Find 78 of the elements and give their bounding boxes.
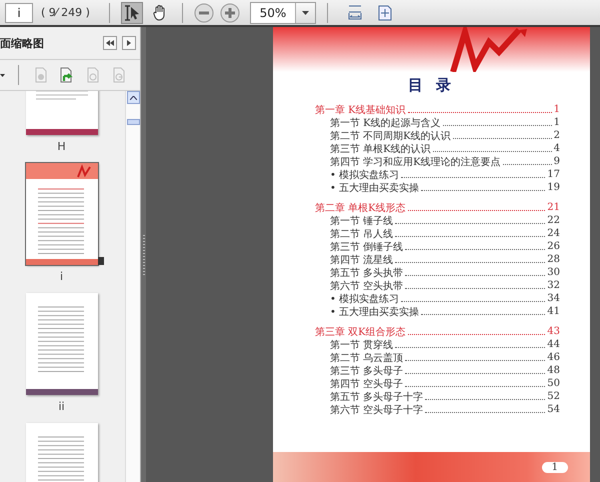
page-ref: 1 bbox=[554, 104, 560, 115]
page-ref: 41 bbox=[547, 306, 560, 317]
document-title: 目 录 bbox=[406, 74, 456, 96]
expand-button[interactable] bbox=[122, 36, 136, 50]
page-ref: 28 bbox=[547, 254, 560, 265]
chapter-title: 第二章 单根K线形态 bbox=[315, 202, 406, 214]
section-title: • 五大理由买卖实操 bbox=[330, 182, 420, 194]
scrollbar[interactable] bbox=[125, 91, 140, 482]
section-title: 第一节 贯穿线 bbox=[330, 338, 394, 352]
page-ref: 50 bbox=[547, 378, 560, 389]
caret-icon[interactable] bbox=[0, 74, 5, 76]
section-title: 第五节 多头母子十字 bbox=[330, 390, 424, 404]
caret-icon bbox=[302, 10, 309, 14]
page-ref: 52 bbox=[547, 391, 560, 402]
section-title: • 模拟实盘练习 bbox=[330, 292, 400, 306]
text-select-icon bbox=[122, 4, 141, 22]
page-count: ( 9⁄ 249 ) bbox=[41, 6, 90, 19]
section-title: 第一节 K线的起源与含义 bbox=[330, 116, 441, 130]
section-title: 第六节 空头母子十字 bbox=[330, 404, 424, 416]
section-title: 第五节 多头执带 bbox=[330, 266, 404, 280]
section-title: • 模拟实盘练习 bbox=[330, 168, 400, 182]
page-ref: 44 bbox=[547, 339, 560, 350]
page-ref: 2 bbox=[554, 130, 560, 141]
select-tool-button[interactable] bbox=[120, 2, 143, 24]
section-title: 第四节 流星线 bbox=[330, 254, 394, 266]
page-ref: 43 bbox=[547, 326, 560, 337]
section-title: 第二节 不同周期K线的认识 bbox=[330, 130, 451, 142]
page-ref: 9 bbox=[554, 156, 560, 167]
right-arrow-icon bbox=[127, 40, 131, 46]
section-title: 第三节 倒锤子线 bbox=[330, 240, 404, 254]
section-title: 第二节 吊人线 bbox=[330, 228, 394, 240]
section-title: • 五大理由买卖实操 bbox=[330, 306, 420, 318]
page-ref: 19 bbox=[547, 182, 560, 193]
page-ref: 26 bbox=[547, 241, 560, 252]
section-title: 第三节 单根K线的认识 bbox=[330, 142, 431, 156]
fit-width-icon[interactable] bbox=[346, 4, 363, 20]
zoom-in-icon[interactable] bbox=[220, 2, 240, 22]
fit-page-icon[interactable] bbox=[376, 4, 393, 20]
collapse-button[interactable] bbox=[103, 36, 117, 50]
section-title: 第三节 多头母子 bbox=[330, 364, 404, 378]
page-ref: 4 bbox=[554, 143, 560, 154]
page-delete-icon bbox=[34, 67, 48, 83]
thumbnail-label: ii bbox=[58, 400, 65, 413]
page-ref: 30 bbox=[547, 267, 560, 278]
page-ref: 21 bbox=[547, 202, 560, 213]
page-ref: 1 bbox=[554, 117, 560, 128]
chapter-title: 第三章 双K组合形态 bbox=[315, 326, 406, 338]
page-ref: 22 bbox=[547, 215, 560, 226]
page-number: 1 bbox=[542, 462, 568, 472]
page-number-field[interactable]: i bbox=[5, 2, 33, 22]
section-title: 第二节 乌云盖顶 bbox=[330, 352, 404, 364]
thumbnail-label: H bbox=[57, 140, 66, 153]
thumbnail-label: i bbox=[60, 270, 64, 283]
zoom-out-icon[interactable] bbox=[194, 2, 214, 22]
section-title: 第四节 空头母子 bbox=[330, 378, 404, 390]
page-ref: 17 bbox=[547, 169, 560, 180]
chapter-title: 第一章 K线基础知识 bbox=[315, 104, 406, 116]
page-ref: 24 bbox=[547, 228, 560, 239]
page-rotate-icon bbox=[86, 67, 100, 83]
panel-title: 面缩略图 bbox=[0, 36, 44, 50]
page-thumbnail[interactable] bbox=[26, 163, 98, 265]
scroll-up-button[interactable] bbox=[126, 91, 140, 104]
page-ref: 54 bbox=[547, 404, 560, 415]
double-left-arrow-icon bbox=[106, 40, 114, 46]
section-title: 第一节 锤子线 bbox=[330, 214, 394, 228]
scroll-thumb[interactable] bbox=[126, 119, 140, 125]
zoom-field[interactable]: 50% bbox=[250, 2, 316, 24]
section-title: 第六节 空头执带 bbox=[330, 280, 404, 292]
page-ref: 48 bbox=[547, 365, 560, 376]
page-ref: 46 bbox=[547, 352, 560, 363]
page-extract-icon bbox=[112, 67, 126, 83]
page-ref: 34 bbox=[547, 293, 560, 304]
page-insert-icon bbox=[59, 67, 75, 83]
page-thumbnail[interactable] bbox=[26, 293, 98, 395]
dropdown-button[interactable] bbox=[294, 2, 315, 22]
page-ref: 32 bbox=[547, 280, 560, 291]
section-title: 第四节 学习和应用K线理论的注意要点 bbox=[330, 156, 501, 168]
dot-leader bbox=[502, 164, 552, 165]
